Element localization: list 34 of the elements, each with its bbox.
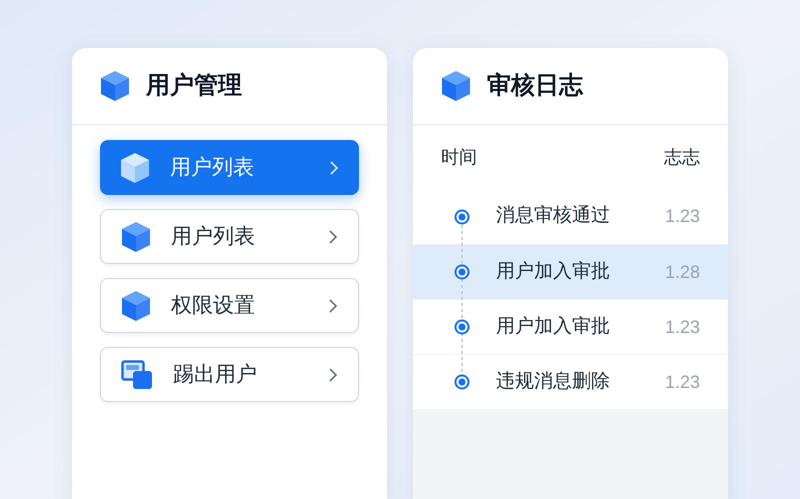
menu-item[interactable]: 用户列表 bbox=[100, 209, 359, 264]
column-header: 时间 bbox=[441, 146, 477, 168]
timeline-dot-icon bbox=[454, 374, 470, 390]
cube-icon bbox=[100, 70, 130, 102]
event-text: 违规消息删除 bbox=[496, 370, 611, 394]
log-row[interactable]: 消息审核通过 1.23 bbox=[413, 189, 728, 244]
chevron-icon bbox=[329, 160, 339, 176]
event-value: 1.28 bbox=[664, 260, 700, 284]
menu-item[interactable]: 踢出用户 bbox=[100, 347, 359, 402]
log-row[interactable]: 用户加入审批 1.28 bbox=[413, 244, 728, 299]
chevron-icon bbox=[328, 366, 338, 382]
event-value: 1.23 bbox=[664, 205, 700, 228]
menu-item[interactable]: 用户列表 bbox=[100, 140, 359, 195]
column-header: 志志 bbox=[664, 146, 700, 168]
event-text: 用户加入审批 bbox=[496, 260, 611, 284]
timeline-dot-icon bbox=[454, 319, 470, 335]
menu-item[interactable]: 权限设置 bbox=[100, 278, 359, 333]
timeline-dot-icon bbox=[454, 208, 470, 224]
cube-icon bbox=[121, 220, 151, 252]
panel-title: 用户管理 bbox=[146, 71, 242, 101]
panel-title: 审核日志 bbox=[487, 71, 583, 101]
cube-icon bbox=[120, 152, 150, 184]
timeline-dot-icon bbox=[454, 264, 470, 280]
chevron-icon bbox=[328, 298, 338, 314]
windows-icon bbox=[121, 360, 153, 390]
log-row[interactable]: 违规消息删除 1.23 bbox=[413, 354, 728, 409]
event-text: 消息审核通过 bbox=[496, 204, 611, 228]
event-text: 用户加入审批 bbox=[496, 314, 611, 339]
log-row[interactable]: 用户加入审批 1.23 bbox=[413, 299, 728, 354]
event-value: 1.23 bbox=[664, 370, 700, 394]
event-value: 1.23 bbox=[664, 316, 700, 338]
cube-icon bbox=[441, 70, 471, 102]
chevron-icon bbox=[328, 228, 338, 244]
cube-icon bbox=[121, 290, 151, 322]
